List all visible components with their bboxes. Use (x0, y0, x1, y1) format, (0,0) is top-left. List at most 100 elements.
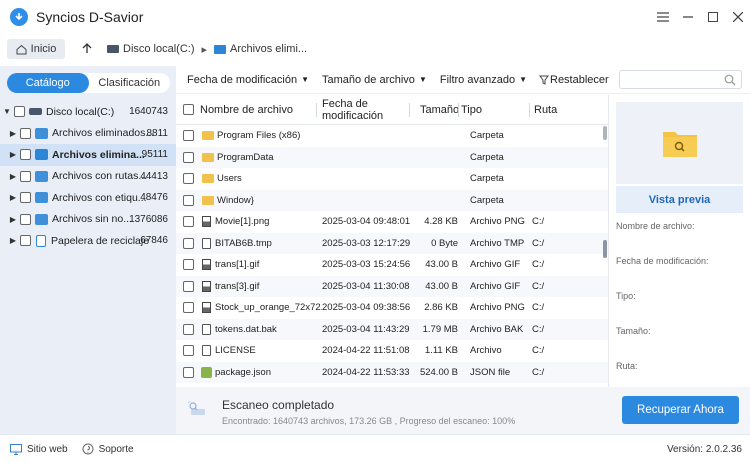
scan-summary: Encontrado: 1640743 archivos, 173.26 GB … (222, 416, 516, 426)
scrollbar-thumb[interactable] (603, 126, 607, 140)
advanced-filter-dropdown[interactable]: Filtro avanzado ▼ (440, 74, 527, 86)
column-header-size[interactable]: Tamaño (410, 104, 459, 116)
file-size: 4.28 KB (424, 216, 458, 228)
caret-right-icon[interactable]: ▶ (8, 193, 18, 202)
search-icon[interactable] (724, 74, 736, 86)
table-row[interactable]: Stock_up_orange_72x72... 2025-03-04 09:3… (176, 297, 608, 319)
table-row[interactable]: Window} Carpeta (176, 189, 608, 211)
home-button[interactable]: Inicio (7, 39, 65, 59)
table-row[interactable]: Program Files (x86) Carpeta (176, 125, 608, 147)
tab-classification[interactable]: Clasificación (89, 73, 171, 93)
column-header-path[interactable]: Ruta (530, 104, 580, 116)
recover-button[interactable]: Recuperar Ahora (622, 396, 739, 424)
tree-item-label: Archivos eliminados... (52, 127, 155, 140)
file-name: BITAB6B.tmp (215, 237, 272, 249)
row-checkbox[interactable] (182, 345, 194, 357)
size-filter-dropdown[interactable]: Tamaño de archivo ▼ (322, 74, 427, 86)
select-all-checkbox[interactable] (182, 104, 194, 115)
folder-tree: ▼ Disco local(C:) 1640743 ▶ Archivos eli… (0, 101, 176, 252)
tree-item-unnamed[interactable]: ▶ Archivos sin no... 1376086 (0, 209, 176, 231)
table-row[interactable]: trans[1].gif 2025-03-03 15:24:56 43.00 B… (176, 254, 608, 276)
column-header-type[interactable]: Tipo (459, 104, 529, 116)
up-arrow-icon[interactable] (79, 41, 95, 57)
column-header-date[interactable]: Fecha de modificación (317, 98, 409, 122)
table-row[interactable]: Movie[1].png 2025-03-04 09:48:01 4.28 KB… (176, 211, 608, 233)
row-checkbox[interactable] (182, 173, 194, 185)
file-date: 2024-04-22 11:53:33 (322, 366, 410, 378)
file-name: trans[3].gif (215, 280, 260, 292)
preview-size-label: Tamaño: (616, 326, 651, 336)
image-file-icon (202, 302, 211, 314)
tree-item-tags[interactable]: ▶ Archivos con etiqu... 48476 (0, 187, 176, 209)
tree-item-label: Archivos elimina... (52, 148, 145, 161)
preview-button[interactable]: Vista previa (616, 186, 743, 213)
support-link[interactable]: Soporte (82, 443, 134, 455)
caret-down-icon: ▼ (301, 75, 309, 84)
checkbox[interactable] (20, 170, 31, 182)
close-icon[interactable] (725, 0, 750, 34)
tree-item-paths[interactable]: ▶ Archivos con rutas... 44413 (0, 166, 176, 188)
row-checkbox[interactable] (182, 366, 194, 378)
table-row[interactable]: LICENSE 2024-04-22 11:51:08 1.11 KB Arch… (176, 340, 608, 362)
caret-right-icon[interactable]: ▶ (8, 215, 18, 224)
tab-catalog[interactable]: Catálogo (7, 73, 89, 93)
caret-right-icon[interactable]: ▶ (8, 150, 18, 159)
row-checkbox[interactable] (182, 280, 194, 292)
file-type: Carpeta (470, 151, 504, 163)
json-file-icon (201, 366, 212, 378)
reset-button[interactable]: Restablecer (539, 74, 609, 86)
row-checkbox[interactable] (182, 302, 194, 314)
monitor-icon (10, 443, 22, 455)
row-checkbox[interactable] (182, 151, 194, 163)
tree-item-deleted-users[interactable]: ▶ Archivos eliminados... 8811 (0, 123, 176, 145)
search-input[interactable] (619, 70, 742, 89)
view-switcher: Catálogo Clasificación (7, 73, 170, 93)
checkbox[interactable] (20, 235, 31, 247)
table-row[interactable]: ProgramData Carpeta (176, 146, 608, 168)
column-header-name[interactable]: Nombre de archivo (200, 104, 316, 116)
tree-item-deleted[interactable]: ▶ Archivos elimina... 95111 (0, 144, 176, 166)
website-link[interactable]: Sitio web (10, 443, 68, 455)
home-icon (16, 44, 27, 54)
menu-icon[interactable] (650, 0, 675, 34)
row-checkbox[interactable] (182, 194, 194, 206)
table-row[interactable]: BITAB6B.tmp 2025-03-03 12:17:29 0 Byte A… (176, 232, 608, 254)
file-path: C:/ (532, 366, 545, 378)
panel-splitter-handle[interactable] (603, 240, 607, 258)
path-folder-icon (35, 170, 48, 182)
checkbox[interactable] (20, 213, 31, 225)
row-checkbox[interactable] (182, 237, 194, 249)
table-row[interactable]: Users Carpeta (176, 168, 608, 190)
checkbox[interactable] (20, 127, 31, 139)
checkbox[interactable] (20, 192, 31, 204)
row-checkbox[interactable] (182, 323, 194, 335)
tree-item-count: 44413 (140, 170, 168, 182)
breadcrumb-item-folder[interactable]: Archivos elimi... (230, 43, 307, 55)
image-file-icon (202, 280, 211, 292)
breadcrumb: Disco local(C:) ▸ Archivos elimi... (107, 43, 307, 56)
file-type: Archivo TMP (470, 237, 525, 249)
table-row[interactable]: trans[3].gif 2025-03-04 11:30:08 43.00 B… (176, 275, 608, 297)
file-icon (202, 237, 211, 249)
maximize-icon[interactable] (700, 0, 725, 34)
row-checkbox[interactable] (182, 216, 194, 228)
caret-right-icon[interactable]: ▶ (8, 172, 18, 181)
minimize-icon[interactable] (675, 0, 700, 34)
row-checkbox[interactable] (182, 259, 194, 271)
checkbox[interactable] (14, 106, 25, 118)
file-type: Carpeta (470, 173, 504, 185)
caret-right-icon[interactable]: ▶ (8, 236, 18, 245)
breadcrumb-item-drive[interactable]: Disco local(C:) (123, 43, 195, 55)
caret-down-icon[interactable]: ▼ (2, 107, 12, 116)
caret-right-icon[interactable]: ▶ (8, 129, 18, 138)
row-checkbox[interactable] (182, 130, 194, 142)
tree-item-drive[interactable]: ▼ Disco local(C:) 1640743 (0, 101, 176, 123)
file-size: 1.79 MB (422, 323, 458, 335)
checkbox[interactable] (20, 149, 31, 161)
table-row[interactable]: tokens.dat.bak 2025-03-04 11:43:29 1.79 … (176, 318, 608, 340)
version-label: Versión: 2.0.2.36 (666, 443, 742, 455)
date-filter-dropdown[interactable]: Fecha de modificación ▼ (187, 74, 309, 86)
file-size: 2.86 KB (424, 302, 458, 314)
tree-item-recycle-bin[interactable]: ▶ Papelera de reciclaje 67846 (0, 230, 176, 252)
table-row[interactable]: package.json 2024-04-22 11:53:33 524.00 … (176, 361, 608, 383)
